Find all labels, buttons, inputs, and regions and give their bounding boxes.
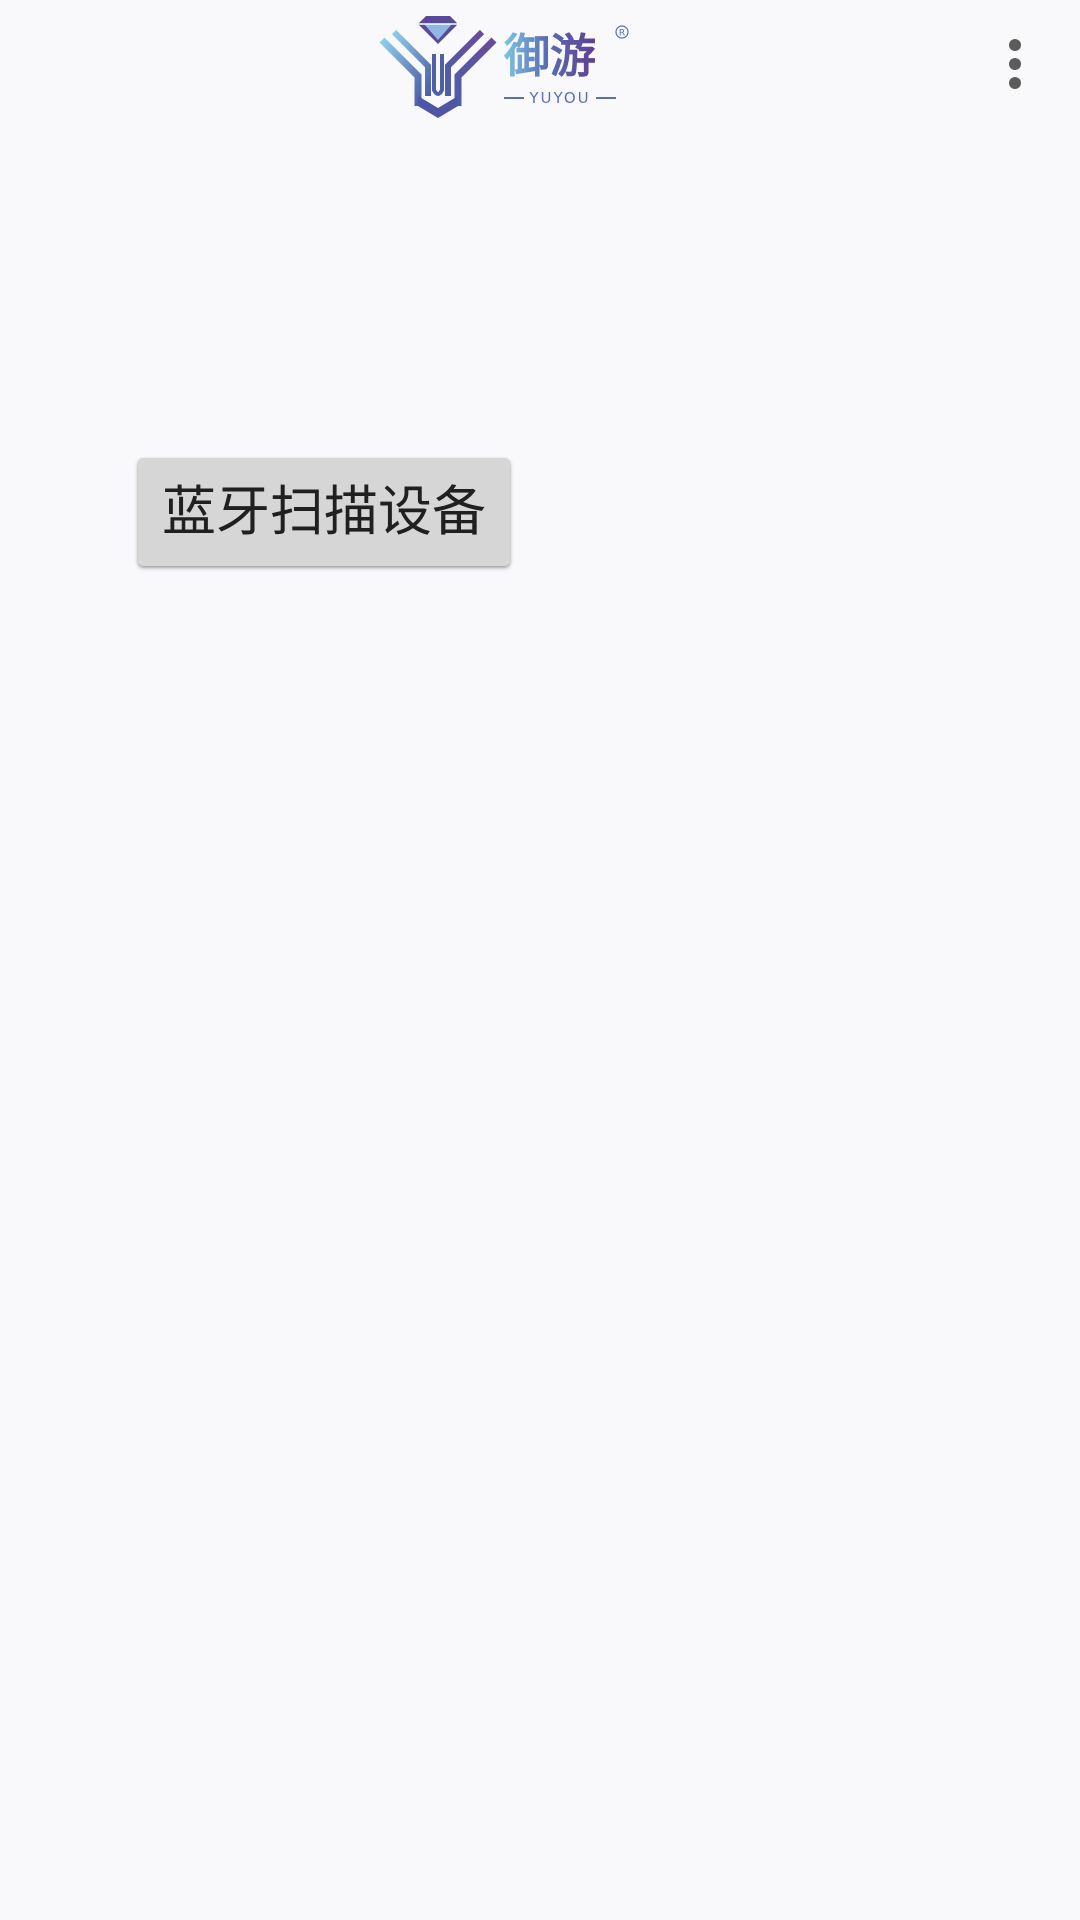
- screen: 御游 R YUYOU 蓝牙扫描设备: [0, 0, 1080, 1920]
- yuyou-logo: 御游 R YUYOU: [379, 16, 629, 118]
- bluetooth-scan-button[interactable]: 蓝牙扫描设备: [138, 458, 510, 566]
- more-options-button[interactable]: [980, 24, 1050, 104]
- diamond-icon: [418, 16, 458, 44]
- more-vertical-icon: [1009, 39, 1021, 51]
- brand-name-cn: 御游: [503, 29, 596, 83]
- brand-name-en: YUYOU: [528, 89, 590, 107]
- more-vertical-icon-dot: [1009, 58, 1021, 70]
- registered-mark: R: [619, 29, 625, 39]
- more-vertical-icon-dot: [1009, 77, 1021, 89]
- app-bar: 御游 R YUYOU: [0, 0, 1080, 128]
